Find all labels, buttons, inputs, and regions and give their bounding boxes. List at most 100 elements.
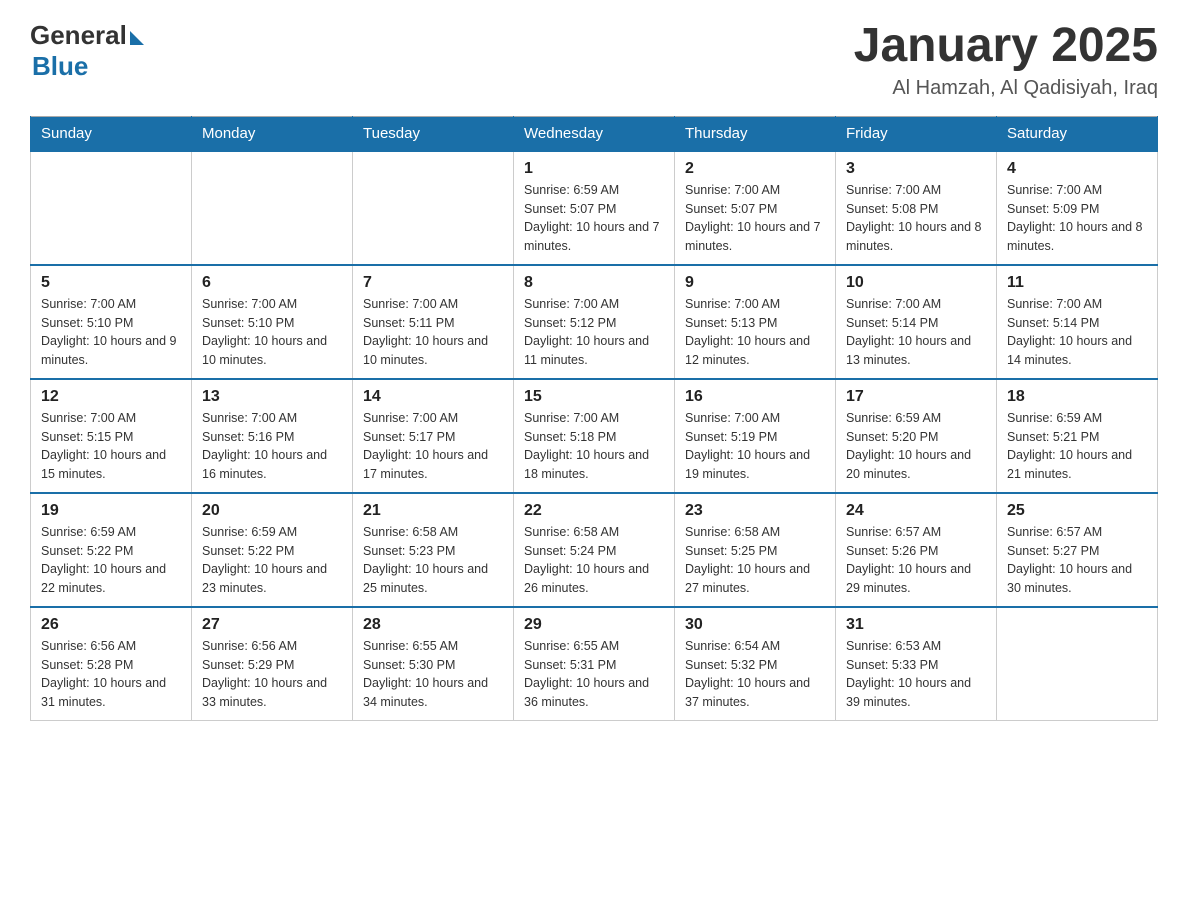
location-subtitle: Al Hamzah, Al Qadisiyah, Iraq (854, 77, 1158, 100)
calendar-cell: 23Sunrise: 6:58 AMSunset: 5:25 PMDayligh… (675, 493, 836, 607)
day-number: 15 (524, 388, 664, 406)
calendar-cell: 4 Sunrise: 7:00 AMSunset: 5:09 PMDaylight… (997, 151, 1158, 265)
calendar-cell: 21 Sunrise: 6:58 AMSunset: 5:23 PMDayligh… (353, 493, 514, 607)
calendar-cell: 27 Sunrise: 6:56 AMSunset: 5:29 PMDayligh… (192, 607, 353, 721)
day-info: Sunrise: 6:59 AMSunset: 5:20 PMDaylight:… (846, 409, 986, 484)
calendar-cell (997, 607, 1158, 721)
calendar-cell: 7 Sunrise: 7:00 AMSunset: 5:11 PMDaylight… (353, 265, 514, 379)
day-info: Sunrise: 6:59 AMSunset: 5:22 PMDaylight:… (41, 523, 181, 598)
day-number: 13 (202, 388, 342, 406)
day-info: Sunrise: 6:54 AMSunset: 5:32 PMDaylight:… (685, 637, 825, 712)
day-number: 30 (685, 616, 825, 634)
calendar-cell: 14Sunrise: 7:00 AMSunset: 5:17 PMDayligh… (353, 379, 514, 493)
calendar-cell: 20Sunrise: 6:59 AMSunset: 5:22 PMDayligh… (192, 493, 353, 607)
day-info: Sunrise: 7:00 AMSunset: 5:14 PMDaylight:… (846, 295, 986, 370)
calendar-cell: 17 Sunrise: 6:59 AMSunset: 5:20 PMDayligh… (836, 379, 997, 493)
calendar-cell: 28 Sunrise: 6:55 AMSunset: 5:30 PMDayligh… (353, 607, 514, 721)
day-info: Sunrise: 7:00 AMSunset: 5:16 PMDaylight:… (202, 409, 342, 484)
day-number: 25 (1007, 502, 1147, 520)
calendar-cell: 31 Sunrise: 6:53 AMSunset: 5:33 PMDayligh… (836, 607, 997, 721)
calendar-cell: 30 Sunrise: 6:54 AMSunset: 5:32 PMDayligh… (675, 607, 836, 721)
day-number: 10 (846, 274, 986, 292)
day-number: 31 (846, 616, 986, 634)
day-number: 18 (1007, 388, 1147, 406)
calendar-cell: 1 Sunrise: 6:59 AMSunset: 5:07 PMDaylight… (514, 151, 675, 265)
calendar-week-row: 26 Sunrise: 6:56 AMSunset: 5:28 PMDayligh… (31, 607, 1158, 721)
day-number: 29 (524, 616, 664, 634)
calendar-cell (353, 151, 514, 265)
day-info: Sunrise: 6:55 AMSunset: 5:30 PMDaylight:… (363, 637, 503, 712)
calendar-cell: 9Sunrise: 7:00 AMSunset: 5:13 PMDaylight… (675, 265, 836, 379)
day-number: 27 (202, 616, 342, 634)
day-info: Sunrise: 6:56 AMSunset: 5:28 PMDaylight:… (41, 637, 181, 712)
day-number: 20 (202, 502, 342, 520)
calendar-cell: 12 Sunrise: 7:00 AMSunset: 5:15 PMDayligh… (31, 379, 192, 493)
day-number: 19 (41, 502, 181, 520)
day-info: Sunrise: 7:00 AMSunset: 5:19 PMDaylight:… (685, 409, 825, 484)
calendar-cell: 22 Sunrise: 6:58 AMSunset: 5:24 PMDayligh… (514, 493, 675, 607)
day-info: Sunrise: 7:00 AMSunset: 5:11 PMDaylight:… (363, 295, 503, 370)
day-info: Sunrise: 7:00 AMSunset: 5:15 PMDaylight:… (41, 409, 181, 484)
day-info: Sunrise: 6:56 AMSunset: 5:29 PMDaylight:… (202, 637, 342, 712)
calendar-day-header: Saturday (997, 116, 1158, 151)
calendar-cell: 5 Sunrise: 7:00 AMSunset: 5:10 PMDaylight… (31, 265, 192, 379)
calendar-cell: 2 Sunrise: 7:00 AMSunset: 5:07 PMDaylight… (675, 151, 836, 265)
calendar-day-header: Wednesday (514, 116, 675, 151)
calendar-day-header: Tuesday (353, 116, 514, 151)
title-section: January 2025 Al Hamzah, Al Qadisiyah, Ir… (854, 20, 1158, 100)
day-number: 28 (363, 616, 503, 634)
day-number: 17 (846, 388, 986, 406)
day-info: Sunrise: 7:00 AMSunset: 5:08 PMDaylight:… (846, 181, 986, 256)
day-info: Sunrise: 7:00 AMSunset: 5:07 PMDaylight:… (685, 181, 825, 256)
logo-triangle-icon (130, 31, 144, 45)
day-info: Sunrise: 7:00 AMSunset: 5:10 PMDaylight:… (202, 295, 342, 370)
day-info: Sunrise: 7:00 AMSunset: 5:17 PMDaylight:… (363, 409, 503, 484)
day-number: 11 (1007, 274, 1147, 292)
calendar-cell: 13 Sunrise: 7:00 AMSunset: 5:16 PMDayligh… (192, 379, 353, 493)
day-info: Sunrise: 6:58 AMSunset: 5:23 PMDaylight:… (363, 523, 503, 598)
calendar-week-row: 12 Sunrise: 7:00 AMSunset: 5:15 PMDayligh… (31, 379, 1158, 493)
day-number: 4 (1007, 160, 1147, 178)
day-number: 22 (524, 502, 664, 520)
logo-blue-text: Blue (32, 51, 88, 82)
calendar-cell (31, 151, 192, 265)
calendar-day-header: Monday (192, 116, 353, 151)
page-header: General Blue January 2025 Al Hamzah, Al … (30, 20, 1158, 100)
day-number: 21 (363, 502, 503, 520)
logo-general-text: General (30, 20, 127, 51)
calendar-cell: 19 Sunrise: 6:59 AMSunset: 5:22 PMDayligh… (31, 493, 192, 607)
day-info: Sunrise: 6:53 AMSunset: 5:33 PMDaylight:… (846, 637, 986, 712)
day-number: 12 (41, 388, 181, 406)
calendar-cell: 3 Sunrise: 7:00 AMSunset: 5:08 PMDaylight… (836, 151, 997, 265)
day-info: Sunrise: 6:55 AMSunset: 5:31 PMDaylight:… (524, 637, 664, 712)
day-info: Sunrise: 7:00 AMSunset: 5:09 PMDaylight:… (1007, 181, 1147, 256)
day-info: Sunrise: 6:57 AMSunset: 5:27 PMDaylight:… (1007, 523, 1147, 598)
day-info: Sunrise: 7:00 AMSunset: 5:10 PMDaylight:… (41, 295, 181, 370)
calendar-cell: 8Sunrise: 7:00 AMSunset: 5:12 PMDaylight… (514, 265, 675, 379)
calendar-week-row: 19 Sunrise: 6:59 AMSunset: 5:22 PMDayligh… (31, 493, 1158, 607)
day-info: Sunrise: 6:58 AMSunset: 5:24 PMDaylight:… (524, 523, 664, 598)
day-number: 26 (41, 616, 181, 634)
calendar-cell: 15Sunrise: 7:00 AMSunset: 5:18 PMDayligh… (514, 379, 675, 493)
calendar-cell: 24Sunrise: 6:57 AMSunset: 5:26 PMDayligh… (836, 493, 997, 607)
day-number: 2 (685, 160, 825, 178)
day-number: 16 (685, 388, 825, 406)
day-info: Sunrise: 6:58 AMSunset: 5:25 PMDaylight:… (685, 523, 825, 598)
day-info: Sunrise: 7:00 AMSunset: 5:12 PMDaylight:… (524, 295, 664, 370)
calendar-cell: 6 Sunrise: 7:00 AMSunset: 5:10 PMDaylight… (192, 265, 353, 379)
day-number: 1 (524, 160, 664, 178)
day-number: 9 (685, 274, 825, 292)
day-info: Sunrise: 6:59 AMSunset: 5:07 PMDaylight:… (524, 181, 664, 256)
day-number: 3 (846, 160, 986, 178)
calendar-header-row: SundayMondayTuesdayWednesdayThursdayFrid… (31, 116, 1158, 151)
calendar-cell: 25 Sunrise: 6:57 AMSunset: 5:27 PMDayligh… (997, 493, 1158, 607)
calendar-cell (192, 151, 353, 265)
calendar-day-header: Sunday (31, 116, 192, 151)
day-info: Sunrise: 6:57 AMSunset: 5:26 PMDaylight:… (846, 523, 986, 598)
calendar-cell: 11Sunrise: 7:00 AMSunset: 5:14 PMDayligh… (997, 265, 1158, 379)
calendar-cell: 18Sunrise: 6:59 AMSunset: 5:21 PMDayligh… (997, 379, 1158, 493)
day-number: 7 (363, 274, 503, 292)
day-number: 5 (41, 274, 181, 292)
day-number: 6 (202, 274, 342, 292)
calendar-day-header: Thursday (675, 116, 836, 151)
